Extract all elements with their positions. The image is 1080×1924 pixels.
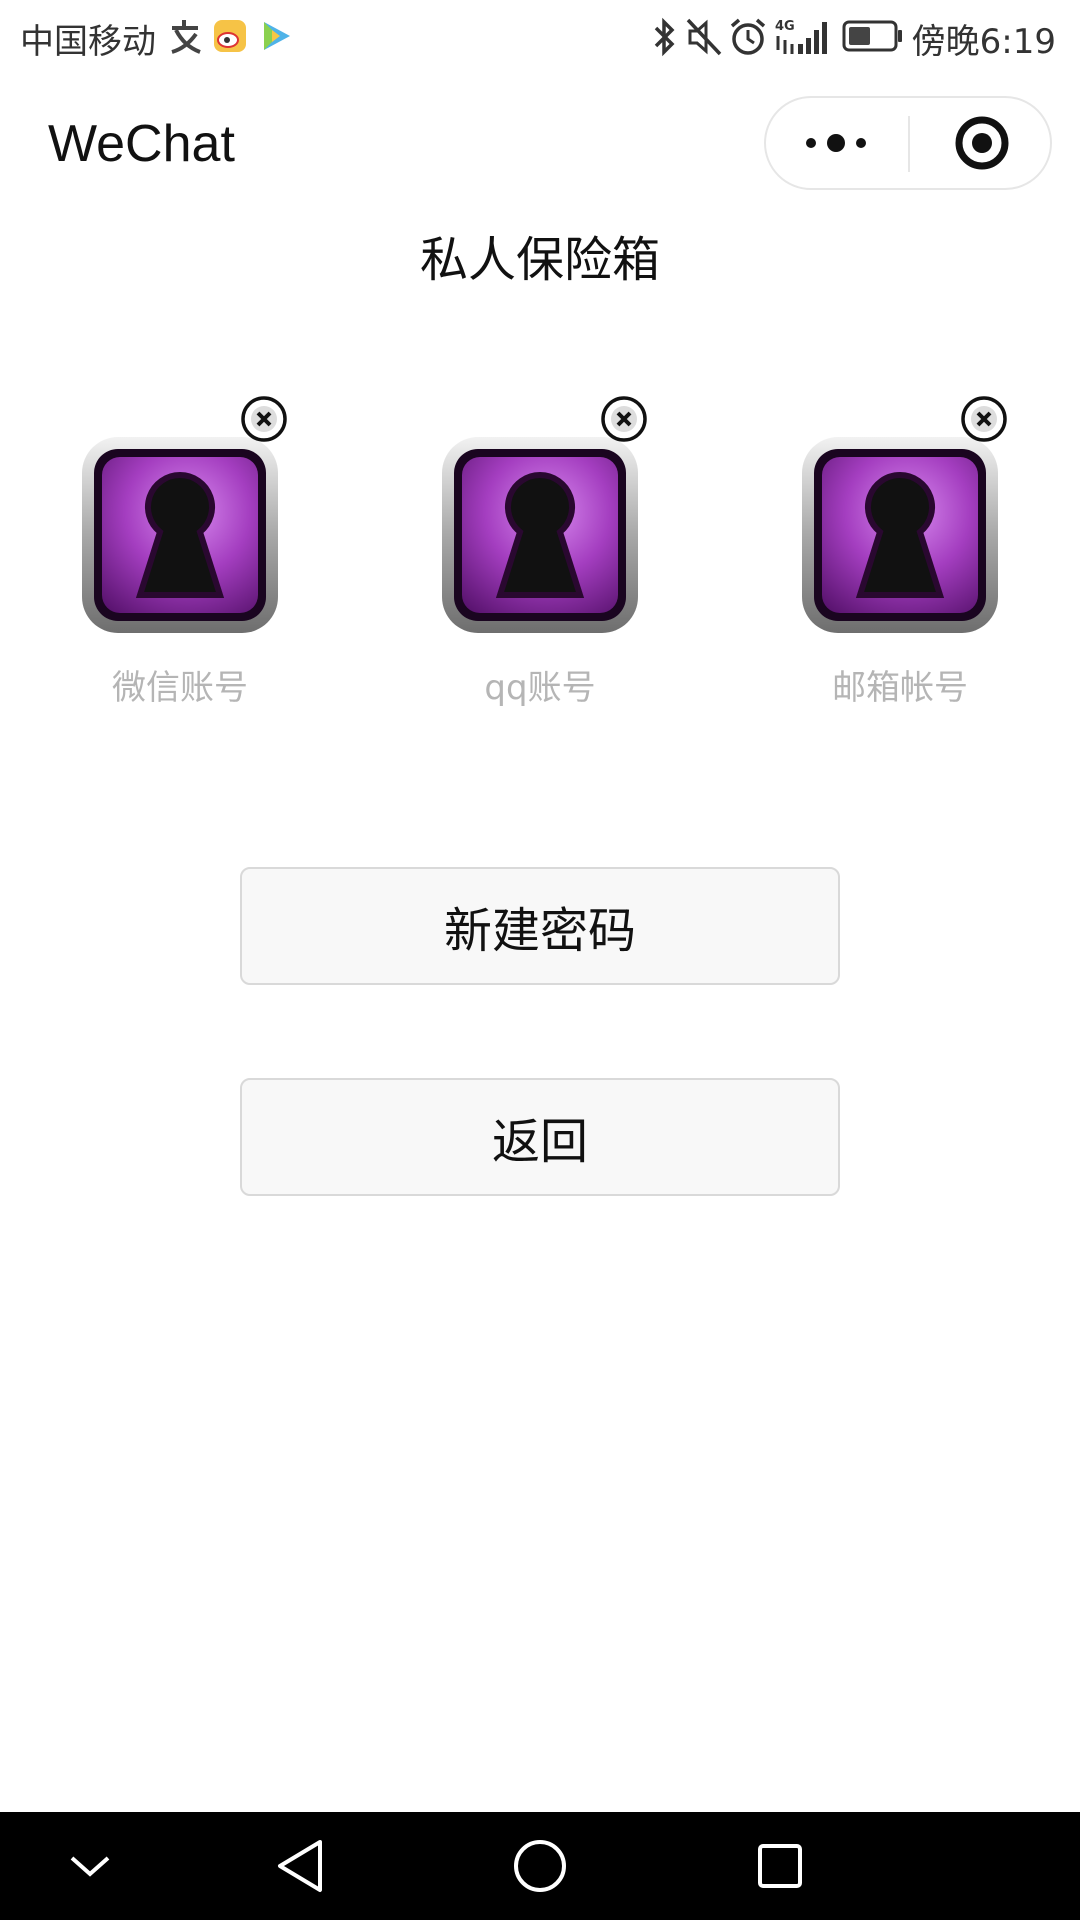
delete-button[interactable] [240, 395, 288, 443]
signal-icon: 4G [774, 16, 828, 62]
delete-button[interactable] [600, 395, 648, 443]
alarm-icon [728, 16, 768, 62]
miniprogram-capsule [764, 96, 1052, 190]
vault-item-qq[interactable]: qq账号 [420, 395, 660, 715]
nav-back-button[interactable] [240, 1812, 360, 1920]
system-nav-bar [0, 1812, 1080, 1920]
close-miniprogram-button[interactable] [910, 98, 1050, 188]
back-button[interactable]: 返回 [240, 1078, 840, 1196]
video-icon [258, 16, 294, 60]
mute-icon [686, 16, 722, 62]
battery-icon [842, 16, 904, 60]
carrier-label: 中国移动 [20, 22, 156, 62]
nav-recents-button[interactable] [720, 1812, 840, 1920]
app-title: WeChat [48, 115, 235, 173]
keyhole-lock-icon [440, 435, 640, 635]
page-title: 私人保险箱 [419, 232, 660, 288]
vault-item-label: 邮箱帐号 [832, 668, 968, 708]
network-label: 4G [775, 19, 795, 34]
chevron-down-icon [70, 1856, 110, 1877]
back-triangle-icon [278, 1840, 322, 1892]
new-password-button[interactable]: 新建密码 [240, 867, 840, 985]
close-circle-icon [961, 396, 1007, 442]
close-circle-icon [601, 396, 647, 442]
vault-item-wechat[interactable]: 微信账号 [60, 395, 300, 715]
weibo-icon [212, 16, 248, 60]
bluetooth-icon [650, 16, 680, 62]
recents-square-icon [758, 1844, 802, 1888]
nav-home-button[interactable] [480, 1812, 600, 1920]
alipay-icon [168, 16, 204, 60]
close-circle-icon [241, 396, 287, 442]
more-dots-icon [806, 134, 866, 152]
more-menu-button[interactable] [766, 98, 908, 188]
clock: 傍晚6:19 [911, 22, 1056, 62]
keyhole-lock-icon [80, 435, 280, 635]
keyhole-lock-icon [800, 435, 1000, 635]
target-icon [955, 116, 1009, 170]
app-header: WeChat [0, 74, 1080, 214]
home-circle-icon [514, 1840, 566, 1892]
status-bar: 中国移动 4G 傍晚6:19 [0, 0, 1080, 74]
vault-item-email[interactable]: 邮箱帐号 [780, 395, 1020, 715]
vault-item-label: qq账号 [484, 668, 596, 708]
vault-item-label: 微信账号 [112, 668, 248, 708]
nav-hide-button[interactable] [30, 1812, 150, 1920]
delete-button[interactable] [960, 395, 1008, 443]
